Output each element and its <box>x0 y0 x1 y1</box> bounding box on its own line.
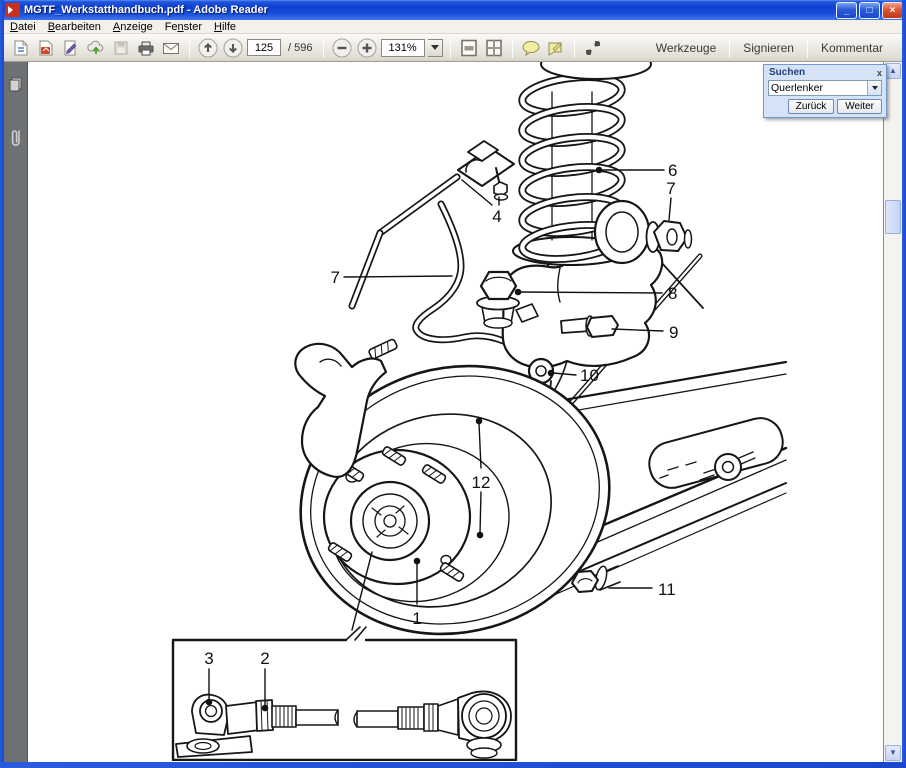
document-page[interactable] <box>29 62 884 762</box>
fullscreen-icon[interactable] <box>582 37 604 59</box>
save-icon[interactable] <box>110 37 132 59</box>
window-border-left <box>0 0 4 768</box>
attachments-paperclip-icon[interactable] <box>8 127 24 154</box>
fit-page-icon[interactable] <box>483 37 505 59</box>
toolbar: / 596 131% Werkzeuge <box>4 34 902 62</box>
page-number-input[interactable] <box>247 39 281 56</box>
comment-pane-button[interactable]: Kommentar <box>808 41 896 55</box>
next-page-icon[interactable] <box>222 37 244 59</box>
zoom-out-icon[interactable] <box>331 37 353 59</box>
pdf-online-icon[interactable] <box>35 37 57 59</box>
search-next-button[interactable]: Weiter <box>837 99 882 114</box>
search-panel-title: Suchen <box>769 67 805 78</box>
scrolling-mode-icon[interactable] <box>458 37 480 59</box>
menu-item-fenster[interactable]: Fenster <box>159 21 208 33</box>
search-input[interactable] <box>769 81 867 95</box>
adobe-reader-icon <box>5 3 20 17</box>
window-title: MGTF_Werkstatthandbuch.pdf - Adobe Reade… <box>24 4 836 16</box>
email-icon[interactable] <box>160 37 182 59</box>
print-icon[interactable] <box>135 37 157 59</box>
menu-item-datei[interactable]: Datei <box>4 21 42 33</box>
scrollbar-thumb[interactable] <box>885 200 901 234</box>
send-cloud-icon[interactable] <box>85 37 107 59</box>
highlight-note-icon[interactable] <box>545 37 567 59</box>
scroll-up-button[interactable]: ▲ <box>885 63 901 79</box>
search-close-icon[interactable]: x <box>877 68 882 78</box>
window-border-right <box>902 0 906 768</box>
vertical-scrollbar[interactable]: ▲ ▼ <box>884 62 902 762</box>
navigation-rail <box>4 62 28 762</box>
minimize-button[interactable]: _ <box>836 2 857 19</box>
title-bar: MGTF_Werkstatthandbuch.pdf - Adobe Reade… <box>0 0 906 20</box>
close-button[interactable]: × <box>882 2 903 19</box>
open-file-icon[interactable] <box>10 37 32 59</box>
page-total-label: / 596 <box>288 42 312 54</box>
sign-pane-button[interactable]: Signieren <box>730 41 807 55</box>
comment-bubble-icon[interactable] <box>520 37 542 59</box>
search-dropdown-icon[interactable] <box>867 81 881 95</box>
scroll-down-button[interactable]: ▼ <box>885 745 901 761</box>
search-back-button[interactable]: Zurück <box>788 99 835 114</box>
zoom-level-value[interactable]: 131% <box>381 39 425 57</box>
search-panel: Suchen x Zurück Weiter <box>763 64 887 118</box>
menu-bar: DateiBearbeitenAnzeigeFensterHilfe <box>4 20 902 34</box>
previous-page-icon[interactable] <box>197 37 219 59</box>
page-thumbnails-icon[interactable] <box>8 76 24 97</box>
maximize-button[interactable]: □ <box>859 2 880 19</box>
zoom-in-icon[interactable] <box>356 37 378 59</box>
document-area: ▲ ▼ Suchen x Zurück Weiter <box>4 62 902 762</box>
menu-item-hilfe[interactable]: Hilfe <box>208 21 242 33</box>
menu-item-bearbeiten[interactable]: Bearbeiten <box>42 21 107 33</box>
adobe-reader-window: MGTF_Werkstatthandbuch.pdf - Adobe Reade… <box>0 0 906 768</box>
fill-sign-icon[interactable] <box>60 37 82 59</box>
tools-pane-button[interactable]: Werkzeuge <box>643 41 729 55</box>
menu-item-anzeige[interactable]: Anzeige <box>107 21 159 33</box>
zoom-dropdown-button[interactable] <box>428 39 443 57</box>
window-border-bottom <box>0 762 906 768</box>
